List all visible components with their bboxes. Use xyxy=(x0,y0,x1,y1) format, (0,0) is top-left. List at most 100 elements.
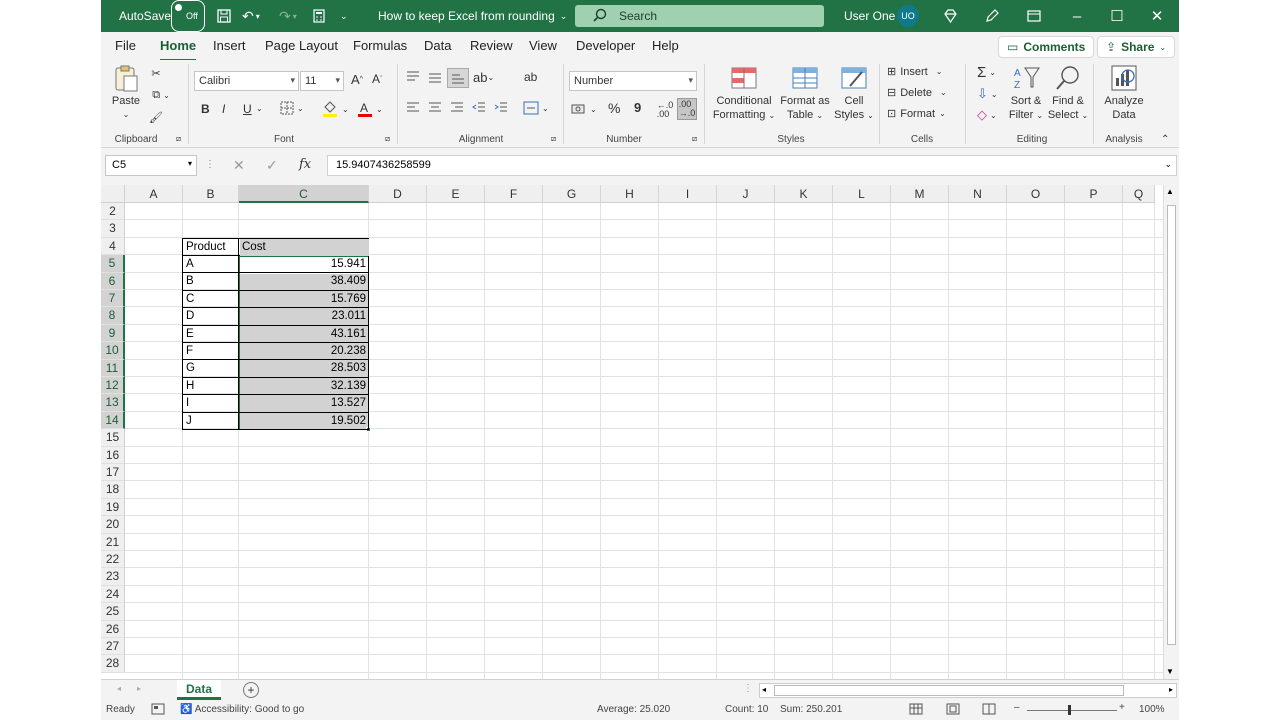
status-count[interactable]: Count: 10 xyxy=(725,704,768,715)
scroll-left-icon[interactable]: ◂ xyxy=(762,685,766,694)
normal-view-icon[interactable] xyxy=(909,703,923,718)
row-header-26[interactable]: 26 xyxy=(101,620,125,638)
product-cell[interactable]: G xyxy=(183,360,238,377)
increase-font-icon[interactable]: A ^ xyxy=(351,72,363,87)
sort-filter-button[interactable]: AZ Sort & Filter ⌄ xyxy=(1007,64,1045,123)
maximize-icon[interactable]: ☐ xyxy=(1097,0,1137,32)
align-center-icon[interactable] xyxy=(428,102,442,114)
underline-button[interactable]: U xyxy=(243,102,252,116)
horizontal-scrollbar[interactable]: ◂ ▸ xyxy=(759,683,1177,698)
cut-icon[interactable]: ✂ xyxy=(149,66,163,80)
font-family-select[interactable]: Calibri ▾ xyxy=(194,71,299,91)
copy-icon[interactable]: ⧉ ⌄ xyxy=(147,88,175,102)
increase-indent-icon[interactable] xyxy=(494,102,508,114)
number-launcher-icon[interactable]: ⧄ xyxy=(692,134,697,144)
align-bottom-icon[interactable] xyxy=(447,68,469,88)
row-header-11[interactable]: 11 xyxy=(101,359,125,377)
customize-qat-icon[interactable]: ⌄ xyxy=(340,0,348,32)
insert-function-button[interactable]: fx xyxy=(299,157,311,172)
column-header-q[interactable]: Q xyxy=(1123,185,1155,203)
product-cell[interactable]: I xyxy=(183,395,238,412)
page-break-icon[interactable] xyxy=(982,703,996,718)
zoom-level[interactable]: 100% xyxy=(1139,704,1165,715)
row-header-24[interactable]: 24 xyxy=(101,585,125,604)
tab-help[interactable]: Help xyxy=(652,38,679,56)
row-header-27[interactable]: 27 xyxy=(101,638,125,656)
insert-cells-button[interactable]: ⊞ Insert ⌄ xyxy=(887,65,942,79)
vertical-scroll-thumb[interactable] xyxy=(1167,205,1176,645)
row-header-3[interactable]: 3 xyxy=(101,220,125,238)
accounting-format-icon[interactable]: ⌄ xyxy=(571,102,597,116)
analyze-data-button[interactable]: Analyze Data xyxy=(1099,64,1149,122)
product-cell[interactable]: C xyxy=(183,291,238,308)
row-header-22[interactable]: 22 xyxy=(101,551,125,569)
column-header-g[interactable]: G xyxy=(543,185,601,203)
format-cells-button[interactable]: ⊡ Format ⌄ xyxy=(887,107,946,121)
undo-icon[interactable]: ↶ ▾ xyxy=(242,0,260,32)
tab-home[interactable]: Home xyxy=(160,38,197,62)
borders-icon[interactable]: ⌄ xyxy=(280,101,304,115)
status-average[interactable]: Average: 25.020 xyxy=(597,704,670,715)
sheet-tab-data[interactable]: Data xyxy=(177,680,221,700)
row-header-2[interactable]: 2 xyxy=(101,203,125,221)
row-header-9[interactable]: 9 xyxy=(101,324,125,343)
cell-styles-button[interactable]: Cell Styles ⌄ xyxy=(833,64,875,123)
redo-icon[interactable]: ↷ ▾ xyxy=(279,0,297,32)
wrap-text-icon[interactable]: ab xyxy=(524,70,537,84)
bold-button[interactable]: B xyxy=(201,102,210,116)
row-header-13[interactable]: 13 xyxy=(101,394,125,412)
cost-cell[interactable]: 23.011 xyxy=(239,308,369,325)
alignment-launcher-icon[interactable]: ⧄ xyxy=(551,134,556,144)
product-cell[interactable]: H xyxy=(183,378,238,395)
minimize-icon[interactable]: – xyxy=(1057,0,1097,32)
clipboard-launcher-icon[interactable]: ⧄ xyxy=(176,134,181,144)
cost-cell[interactable]: 15.769 xyxy=(239,291,369,308)
sheet-prev-icon[interactable]: ◂ xyxy=(117,684,121,693)
calculator-icon[interactable] xyxy=(313,0,325,32)
align-left-icon[interactable] xyxy=(406,102,420,114)
delete-cells-button[interactable]: ⊟ Delete ⌄ xyxy=(887,86,947,100)
underline-dropdown-icon[interactable]: ⌄ xyxy=(256,104,263,113)
product-cell[interactable]: B xyxy=(183,273,238,290)
header-cost[interactable]: Cost xyxy=(239,239,369,256)
find-select-button[interactable]: Find & Select ⌄ xyxy=(1047,64,1089,123)
paste-button[interactable]: Paste ⌄ xyxy=(109,64,143,122)
conditional-formatting-button[interactable]: Conditional Formatting ⌄ xyxy=(711,64,777,123)
row-header-4[interactable]: 4 xyxy=(101,237,125,256)
document-title[interactable]: How to keep Excel from rounding ⌄ xyxy=(378,0,567,32)
save-icon[interactable] xyxy=(217,0,231,32)
row-header-18[interactable]: 18 xyxy=(101,481,125,499)
font-size-select[interactable]: 11 ▾ xyxy=(300,71,344,91)
vertical-scrollbar[interactable]: ▲ ▼ xyxy=(1163,185,1179,679)
comma-style-button[interactable]: 9 xyxy=(634,100,641,115)
formula-input[interactable]: 15.9407436258599 ⌄ xyxy=(327,155,1177,176)
sheet-next-icon[interactable]: ▸ xyxy=(137,684,141,693)
product-cell[interactable]: A xyxy=(183,256,238,273)
page-layout-icon[interactable] xyxy=(946,703,960,718)
format-painter-icon[interactable]: 🖌 xyxy=(149,110,163,124)
macro-record-icon[interactable] xyxy=(151,703,165,718)
tab-split-handle[interactable]: ⋮ xyxy=(743,683,753,694)
user-name[interactable]: User One xyxy=(844,0,895,32)
tab-insert[interactable]: Insert xyxy=(213,38,246,56)
tab-view[interactable]: View xyxy=(529,38,557,56)
ribbon-display-icon[interactable] xyxy=(1027,0,1041,32)
column-header-f[interactable]: F xyxy=(485,185,543,203)
product-cell[interactable]: F xyxy=(183,343,238,360)
tab-formulas[interactable]: Formulas xyxy=(353,38,407,56)
column-header-d[interactable]: D xyxy=(369,185,427,203)
cost-cell[interactable]: 43.161 xyxy=(239,326,369,343)
merge-center-icon[interactable]: ⌄ xyxy=(523,101,549,115)
column-header-n[interactable]: N xyxy=(949,185,1007,203)
row-header-5[interactable]: 5 xyxy=(101,255,125,273)
avatar[interactable]: UO xyxy=(897,5,919,27)
tab-developer[interactable]: Developer xyxy=(576,38,635,56)
cost-cell[interactable]: 15.941 xyxy=(239,256,369,273)
search-input[interactable]: Search xyxy=(575,5,824,27)
column-header-e[interactable]: E xyxy=(427,185,485,203)
align-middle-icon[interactable] xyxy=(428,71,442,83)
row-header-23[interactable]: 23 xyxy=(101,568,125,586)
cost-cell[interactable]: 38.409 xyxy=(239,273,369,290)
column-header-o[interactable]: O xyxy=(1007,185,1065,203)
fill-icon[interactable]: ⇩ ⌄ xyxy=(977,86,998,102)
